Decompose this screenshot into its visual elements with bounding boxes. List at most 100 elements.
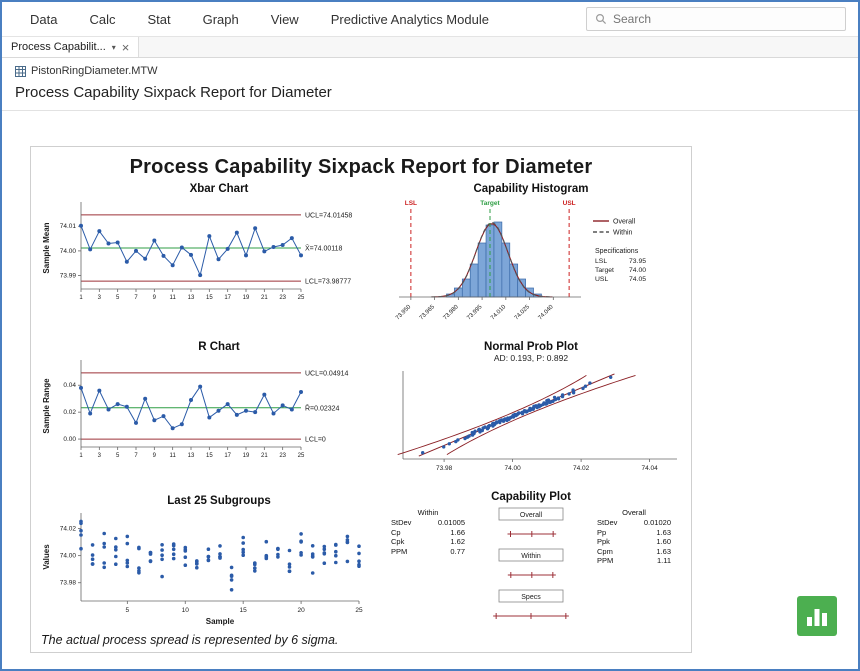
svg-text:73.980: 73.980 <box>443 304 461 322</box>
menu-item-predictive-analytics-module[interactable]: Predictive Analytics Module <box>315 4 505 35</box>
cap-stat-row: Cpk1.62 <box>385 537 471 547</box>
svg-text:5: 5 <box>116 295 120 301</box>
menu-bar: DataCalcStatGraphViewPredictive Analytic… <box>2 2 858 37</box>
last-25-subgroups-title: Last 25 Subgroups <box>37 495 371 507</box>
cap-stat-row: Cp1.66 <box>385 528 471 538</box>
capability-plot-intervals: OverallWithinSpecs <box>475 506 587 632</box>
search-box[interactable] <box>586 7 846 31</box>
r-chart: 0.000.020.04135791113151719212325UCL=0.0… <box>37 353 371 465</box>
svg-text:X̄=74.00118: X̄=74.00118 <box>305 244 343 252</box>
svg-text:Specifications: Specifications <box>595 248 639 255</box>
cap-stats-heading: Within <box>385 508 471 517</box>
capability-histogram-panel: Capability Histogram LSLTargetUSL73.9507… <box>375 183 687 334</box>
histogram-bar <box>470 264 478 297</box>
menu-item-view[interactable]: View <box>255 4 315 35</box>
menu-item-data[interactable]: Data <box>14 4 73 35</box>
capability-plot-panel: Capability Plot WithinStDev0.01005Cp1.66… <box>375 491 687 632</box>
menu-item-stat[interactable]: Stat <box>131 4 186 35</box>
r-chart-title: R Chart <box>37 341 371 353</box>
svg-text:73.98: 73.98 <box>436 465 453 472</box>
search-icon <box>595 13 607 25</box>
capability-plot-title: Capability Plot <box>375 491 687 503</box>
xbar-chart: 73.9974.0074.01135791113151719212325UCL=… <box>37 195 371 307</box>
svg-text:9: 9 <box>153 295 157 301</box>
svg-text:LCL=73.98777: LCL=73.98777 <box>305 279 351 286</box>
normal-prob-plot: 73.9874.0074.0274.04 <box>375 363 687 475</box>
svg-text:73.950: 73.950 <box>395 304 413 322</box>
svg-text:Sample Mean: Sample Mean <box>42 222 51 273</box>
svg-text:USL: USL <box>563 200 576 207</box>
svg-text:73.99: 73.99 <box>60 273 77 280</box>
svg-text:Overall: Overall <box>520 512 543 519</box>
tab-process-capability[interactable]: Process Capabilit... ▾ × <box>2 37 139 57</box>
svg-text:73.965: 73.965 <box>419 304 437 322</box>
menu-item-graph[interactable]: Graph <box>187 4 255 35</box>
svg-text:21: 21 <box>261 453 268 459</box>
normal-prob-plot-subtitle: AD: 0.193, P: 0.892 <box>375 353 687 363</box>
svg-text:Values: Values <box>42 544 51 570</box>
svg-text:74.040: 74.040 <box>537 304 555 322</box>
svg-text:9: 9 <box>153 453 157 459</box>
svg-text:73.98: 73.98 <box>60 580 77 587</box>
app-window: DataCalcStatGraphViewPredictive Analytic… <box>0 0 860 671</box>
within-stats: WithinStDev0.01005Cp1.66Cpk1.62PPM0.77 <box>385 508 471 632</box>
svg-text:74.00: 74.00 <box>60 553 77 560</box>
menu-item-calc[interactable]: Calc <box>73 4 131 35</box>
svg-text:74.00: 74.00 <box>629 267 646 274</box>
tab-close-icon[interactable]: × <box>122 41 130 54</box>
svg-text:UCL=0.04914: UCL=0.04914 <box>305 370 349 377</box>
svg-text:Overall: Overall <box>613 219 636 226</box>
search-input[interactable] <box>613 12 837 26</box>
menu: DataCalcStatGraphViewPredictive Analytic… <box>14 4 505 35</box>
svg-text:Within: Within <box>613 230 633 237</box>
report-title: Process Capability Sixpack Report for Di… <box>31 156 691 179</box>
last-25-subgroups-chart: 73.9874.0074.02510152025SampleValues <box>37 507 371 635</box>
svg-text:25: 25 <box>355 607 363 614</box>
chart-app-icon[interactable] <box>797 596 837 636</box>
svg-text:1: 1 <box>79 295 83 301</box>
svg-text:74.02: 74.02 <box>573 465 590 472</box>
histogram-bar <box>502 243 510 297</box>
cap-stat-row: StDev0.01005 <box>385 518 471 528</box>
capability-histogram: LSLTargetUSL73.95073.96573.98073.99574.0… <box>375 195 687 329</box>
svg-text:R̄=0.02324: R̄=0.02324 <box>305 404 340 412</box>
cap-stat-row: Cpm1.63 <box>591 547 677 557</box>
normal-prob-plot-panel: Normal Prob Plot AD: 0.193, P: 0.892 73.… <box>375 341 687 480</box>
svg-text:7: 7 <box>134 295 138 301</box>
svg-text:LCL=0: LCL=0 <box>305 437 326 444</box>
xbar-chart-panel: Xbar Chart 73.9974.0074.0113579111315171… <box>37 183 371 312</box>
svg-text:11: 11 <box>170 453 177 459</box>
worksheet-icon <box>15 66 26 77</box>
histogram-bar <box>478 243 486 297</box>
svg-text:13: 13 <box>188 295 195 301</box>
svg-text:74.00: 74.00 <box>504 465 521 472</box>
svg-text:UCL=74.01458: UCL=74.01458 <box>305 212 352 219</box>
report-footnote: The actual process spread is represented… <box>41 633 338 647</box>
document-heading: Process Capability Sixpack Report for Di… <box>15 84 858 101</box>
worksheet-name: PistonRingDiameter.MTW <box>31 65 158 77</box>
svg-text:15: 15 <box>240 607 248 614</box>
svg-text:0.02: 0.02 <box>63 409 76 416</box>
svg-text:73.95: 73.95 <box>629 258 646 265</box>
svg-text:5: 5 <box>116 453 120 459</box>
svg-text:LSL: LSL <box>405 200 417 207</box>
capability-plot-body: WithinStDev0.01005Cp1.66Cpk1.62PPM0.77 O… <box>375 506 687 632</box>
svg-text:74.01: 74.01 <box>60 223 77 230</box>
bar-chart-icon <box>805 604 829 628</box>
document-header: PistonRingDiameter.MTW Process Capabilit… <box>2 58 858 101</box>
cap-stats-heading: Overall <box>591 508 677 517</box>
capability-histogram-title: Capability Histogram <box>375 183 687 195</box>
svg-text:Sample Range: Sample Range <box>42 378 51 434</box>
worksheet-link[interactable]: PistonRingDiameter.MTW <box>15 65 858 77</box>
svg-text:Specs: Specs <box>521 594 541 601</box>
svg-text:25: 25 <box>298 453 305 459</box>
svg-text:74.00: 74.00 <box>60 248 77 255</box>
tab-bar: Process Capabilit... ▾ × <box>2 37 858 58</box>
svg-text:20: 20 <box>297 607 305 614</box>
cap-stat-row: Pp1.63 <box>591 528 677 538</box>
normal-prob-plot-title: Normal Prob Plot <box>375 341 687 353</box>
svg-text:15: 15 <box>206 453 213 459</box>
svg-text:13: 13 <box>188 453 195 459</box>
tab-dropdown-icon[interactable]: ▾ <box>112 43 116 52</box>
confidence-band <box>398 375 587 454</box>
